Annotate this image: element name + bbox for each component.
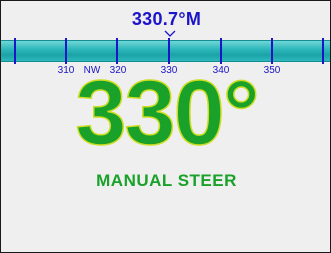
- tape-tick: [65, 38, 67, 64]
- tape-tick: [168, 38, 170, 64]
- compass-tape: [1, 40, 330, 62]
- heading-pointer-icon: [164, 30, 176, 37]
- tape-tick: [322, 38, 324, 64]
- tape-tick: [14, 38, 16, 64]
- steer-mode-label: MANUAL STEER: [96, 171, 237, 190]
- tape-tick: [220, 38, 222, 64]
- tape-tick: [271, 38, 273, 64]
- large-heading-value: 330°: [75, 62, 261, 164]
- tape-tick: [116, 38, 118, 64]
- autopilot-display: 330.7°M 310 NW 320 330 340 350 330° MANU…: [0, 0, 331, 253]
- heading-readout: 330.7°M: [131, 9, 202, 29]
